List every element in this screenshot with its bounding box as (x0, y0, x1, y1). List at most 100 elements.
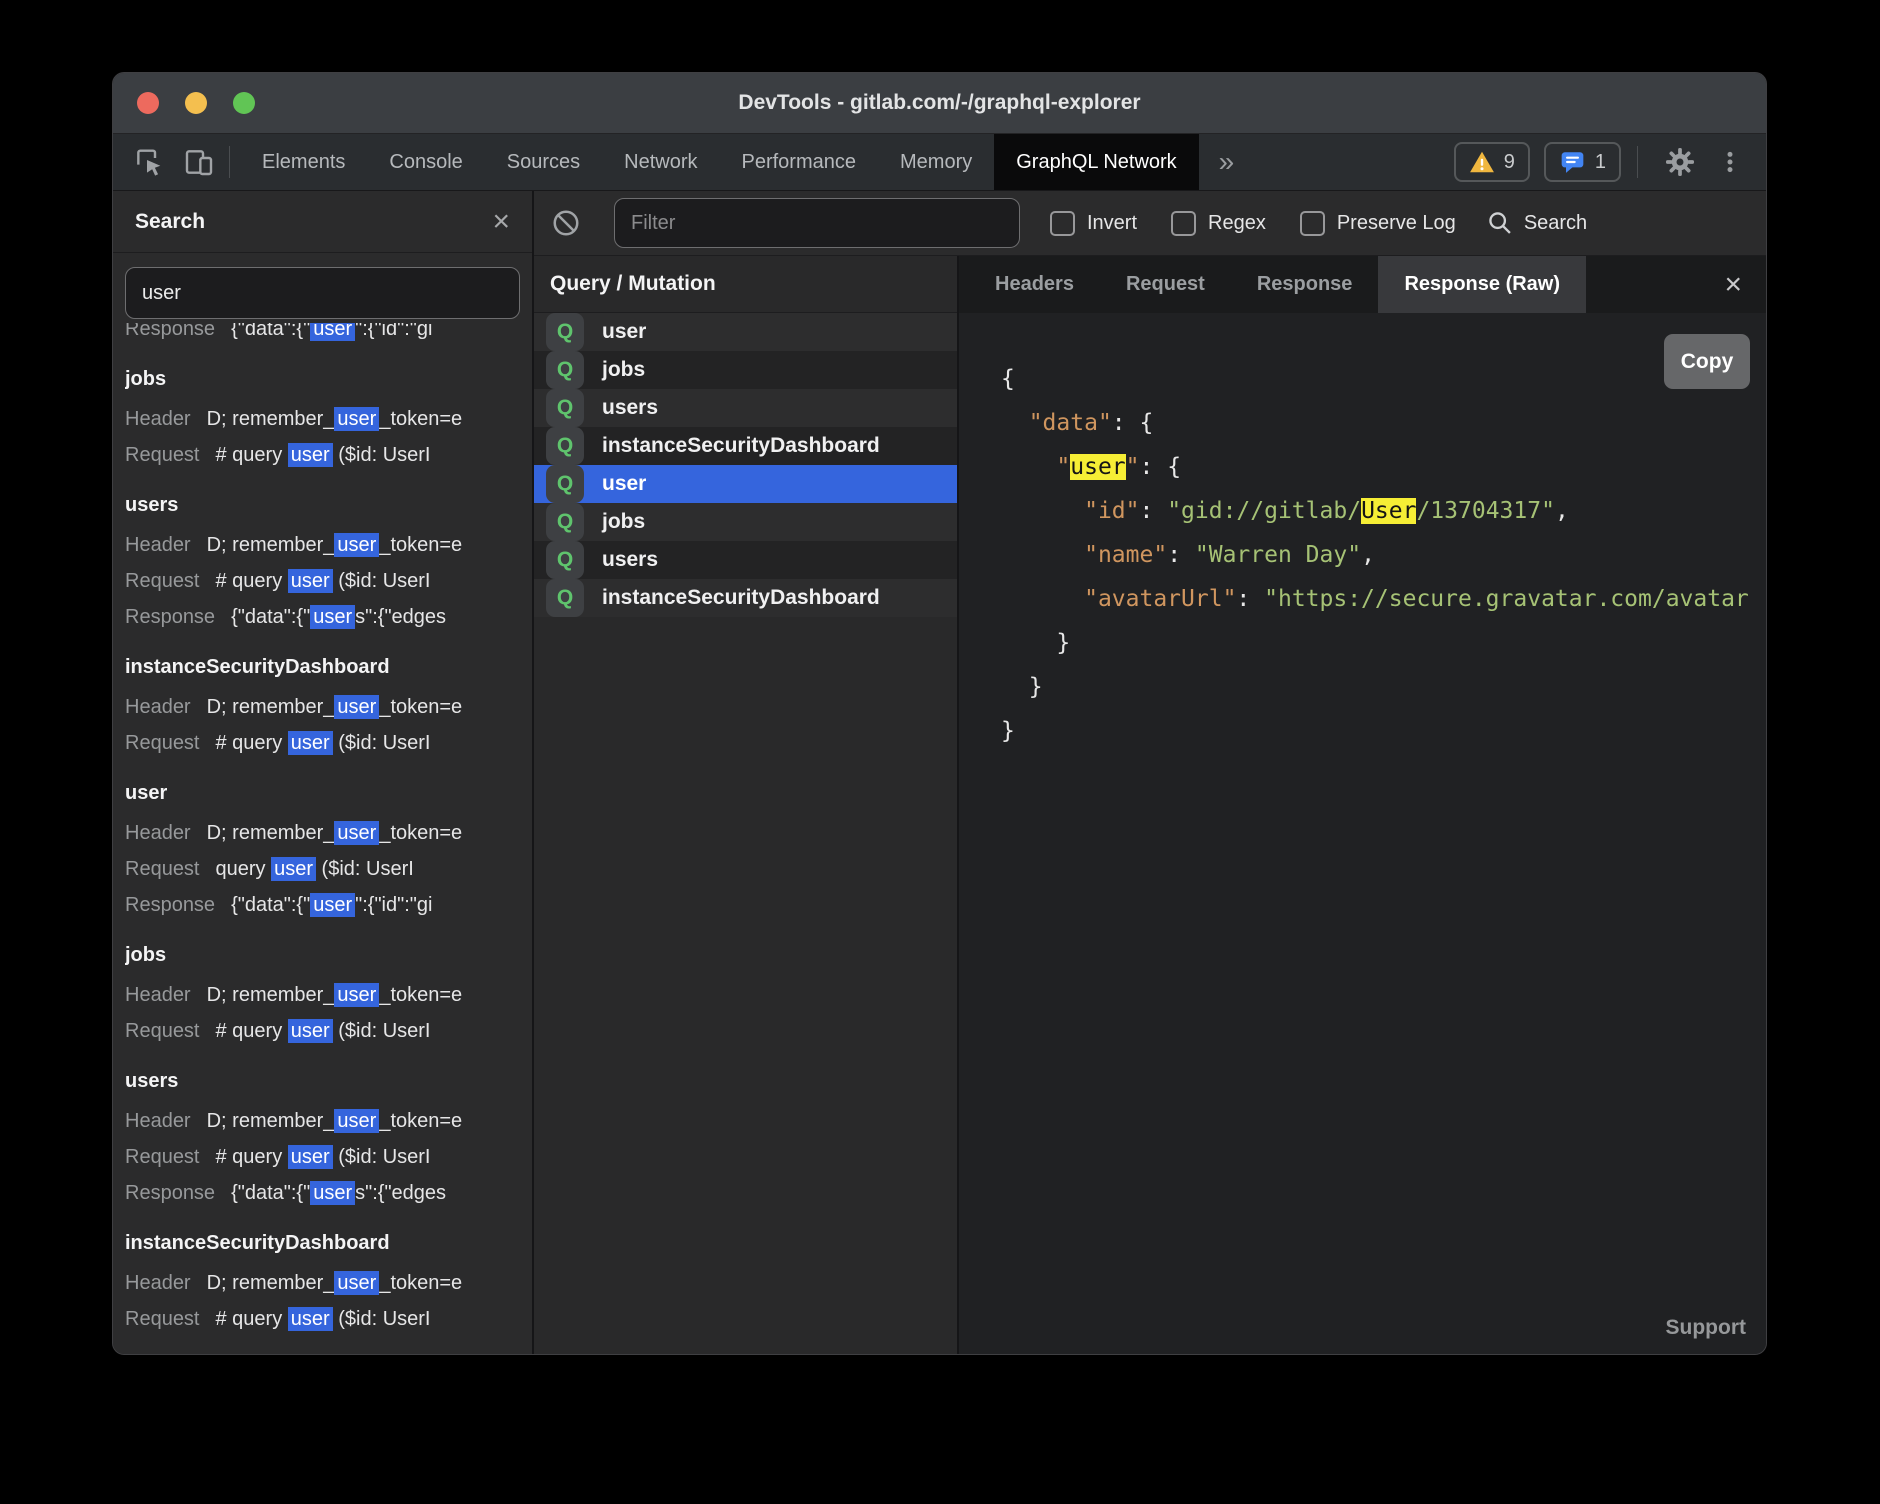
result-line-label: Header (125, 984, 191, 1006)
warning-triangle-icon (1469, 150, 1495, 174)
query-type-badge: Q (546, 579, 584, 617)
query-list-item-users[interactable]: Qusers (534, 389, 957, 427)
json-token: , (1361, 542, 1375, 568)
result-line-label: Request (125, 1020, 200, 1042)
filter-input[interactable] (614, 198, 1020, 248)
query-list-item-user[interactable]: Quser (534, 465, 957, 503)
checkbox-label: Regex (1208, 212, 1266, 235)
search-result-line[interactable]: Header D; remember_user_token=e (125, 401, 532, 437)
detail-close-icon[interactable]: × (1700, 270, 1766, 300)
search-result-line[interactable]: Request# query user ($id: UserI (125, 563, 532, 599)
checkbox-preserve-log[interactable]: Preserve Log (1300, 211, 1456, 236)
json-token: " (1126, 454, 1140, 480)
more-tabs-button[interactable]: » (1199, 134, 1255, 190)
search-result-line[interactable]: Request # query user ($id: UserI (125, 1013, 532, 1049)
result-line-content: D; remember_user_token=e (207, 407, 463, 431)
search-result-line[interactable]: Response{"data":{"users":{"edges (125, 599, 532, 635)
search-result-line[interactable]: Response{"data":{"user":{"id":"gi (125, 887, 532, 923)
result-line-content: query user ($id: UserI (216, 857, 414, 881)
kebab-menu-icon[interactable] (1712, 144, 1748, 180)
settings-gear-icon[interactable] (1662, 144, 1698, 180)
result-line-content: # query user ($id: UserI (216, 1019, 431, 1043)
tab-elements[interactable]: Elements (240, 134, 367, 190)
result-line-content: D; remember_user_token=e (207, 695, 463, 719)
warnings-badge[interactable]: 9 (1454, 142, 1530, 182)
tab-graphql-network[interactable]: GraphQL Network (994, 134, 1198, 190)
checkbox-regex[interactable]: Regex (1171, 211, 1266, 236)
json-token (1001, 454, 1056, 480)
inspect-element-icon[interactable] (131, 144, 167, 180)
query-label: user (602, 472, 646, 496)
json-token: "avatarUrl" (1084, 586, 1236, 612)
result-group-title: jobs (125, 939, 532, 971)
toolbar-right-group: 9 1 (1454, 134, 1766, 190)
result-line-label: Header (125, 696, 191, 718)
search-result-line[interactable]: HeaderD; remember_user_token=e (125, 527, 532, 563)
detail-tab-request[interactable]: Request (1100, 256, 1231, 313)
result-line-content: D; remember_user_token=e (207, 821, 463, 845)
json-token (1001, 498, 1084, 524)
search-result-line[interactable]: Response {"data":{"user":{"id":"gi (125, 323, 532, 347)
tab-memory[interactable]: Memory (878, 134, 994, 190)
checkbox-label: Invert (1087, 212, 1137, 235)
detail-tab-response-raw[interactable]: Response (Raw) (1378, 256, 1586, 313)
highlight-match: user (288, 731, 333, 755)
search-result-line[interactable]: Request# query user ($id: UserI (125, 1301, 532, 1337)
result-line-content: # query user ($id: UserI (216, 569, 431, 593)
support-link[interactable]: Support (1666, 1316, 1746, 1340)
tab-sources[interactable]: Sources (485, 134, 602, 190)
title-bar: DevTools - gitlab.com/-/graphql-explorer (113, 73, 1766, 134)
query-type-badge: Q (546, 541, 584, 579)
highlight-match: User (1361, 498, 1416, 524)
search-input[interactable] (125, 267, 520, 319)
query-list-item-instancesecuritydashboard[interactable]: QinstanceSecurityDashboard (534, 427, 957, 465)
search-result-line[interactable]: Request# query user ($id: UserI (125, 437, 532, 473)
search-result-line[interactable]: Request# query user ($id: UserI (125, 1139, 532, 1175)
detail-tab-headers[interactable]: Headers (969, 256, 1100, 313)
highlight-match: user (288, 1019, 333, 1043)
copy-button[interactable]: Copy (1664, 334, 1750, 389)
issues-badge[interactable]: 1 (1544, 142, 1621, 182)
json-line: "data": { (1001, 401, 1766, 445)
result-line-label: Response (125, 323, 215, 340)
result-line-label: Header (125, 408, 191, 430)
search-result-line[interactable]: Response{"data":{"users":{"edges (125, 1175, 532, 1211)
highlight-match: user (1070, 454, 1125, 480)
checkbox-invert[interactable]: Invert (1050, 211, 1137, 236)
search-result-line[interactable]: Header D; remember_user_token=e (125, 689, 532, 725)
json-token: } (1001, 718, 1015, 744)
zoom-window-button[interactable] (233, 92, 255, 114)
search-result-line[interactable]: HeaderD; remember_user_token=e (125, 1103, 532, 1139)
result-line-content: {"data":{"user":{"id":"gi (231, 323, 432, 341)
query-list-item-users[interactable]: Qusers (534, 541, 957, 579)
json-viewer: { "data": { "user": { "id": "gid://gitla… (959, 313, 1766, 1354)
close-window-button[interactable] (137, 92, 159, 114)
search-panel: Search × Response{"data":{"user":{"id":"… (113, 191, 534, 1354)
tab-console[interactable]: Console (367, 134, 484, 190)
tab-performance[interactable]: Performance (720, 134, 879, 190)
tab-network[interactable]: Network (602, 134, 719, 190)
minimize-window-button[interactable] (185, 92, 207, 114)
query-label: users (602, 396, 658, 420)
device-toolbar-icon[interactable] (181, 144, 217, 180)
search-result-line[interactable]: HeaderD; remember_user_token=e (125, 977, 532, 1013)
query-list-item-instancesecuritydashboard[interactable]: QinstanceSecurityDashboard (534, 579, 957, 617)
network-search-toggle[interactable]: Search (1486, 209, 1587, 237)
search-result-line[interactable]: Request# query user ($id: UserI (125, 725, 532, 761)
query-list-item-jobs[interactable]: Qjobs (534, 351, 957, 389)
query-panel-title: Query / Mutation (534, 256, 957, 313)
result-line-label: Request (125, 1146, 200, 1168)
query-list-item-user[interactable]: Quser (534, 313, 957, 351)
content-row: Query / Mutation QuserQjobsQusersQinstan… (534, 256, 1766, 1354)
result-line-label: Header (125, 534, 191, 556)
search-result-line[interactable]: HeaderD; remember_user_token=e (125, 1265, 532, 1301)
clear-block-icon[interactable] (548, 205, 584, 241)
search-result-line[interactable]: Requestquery user ($id: UserI (125, 851, 532, 887)
search-close-icon[interactable]: × (492, 207, 510, 237)
detail-tab-response[interactable]: Response (1231, 256, 1379, 313)
search-result-line[interactable]: HeaderD; remember_user_token=e (125, 815, 532, 851)
result-line-content: {"data":{"users":{"edges (231, 605, 446, 629)
query-list-item-jobs[interactable]: Qjobs (534, 503, 957, 541)
message-bubble-icon (1559, 149, 1586, 175)
query-type-badge: Q (546, 503, 584, 541)
